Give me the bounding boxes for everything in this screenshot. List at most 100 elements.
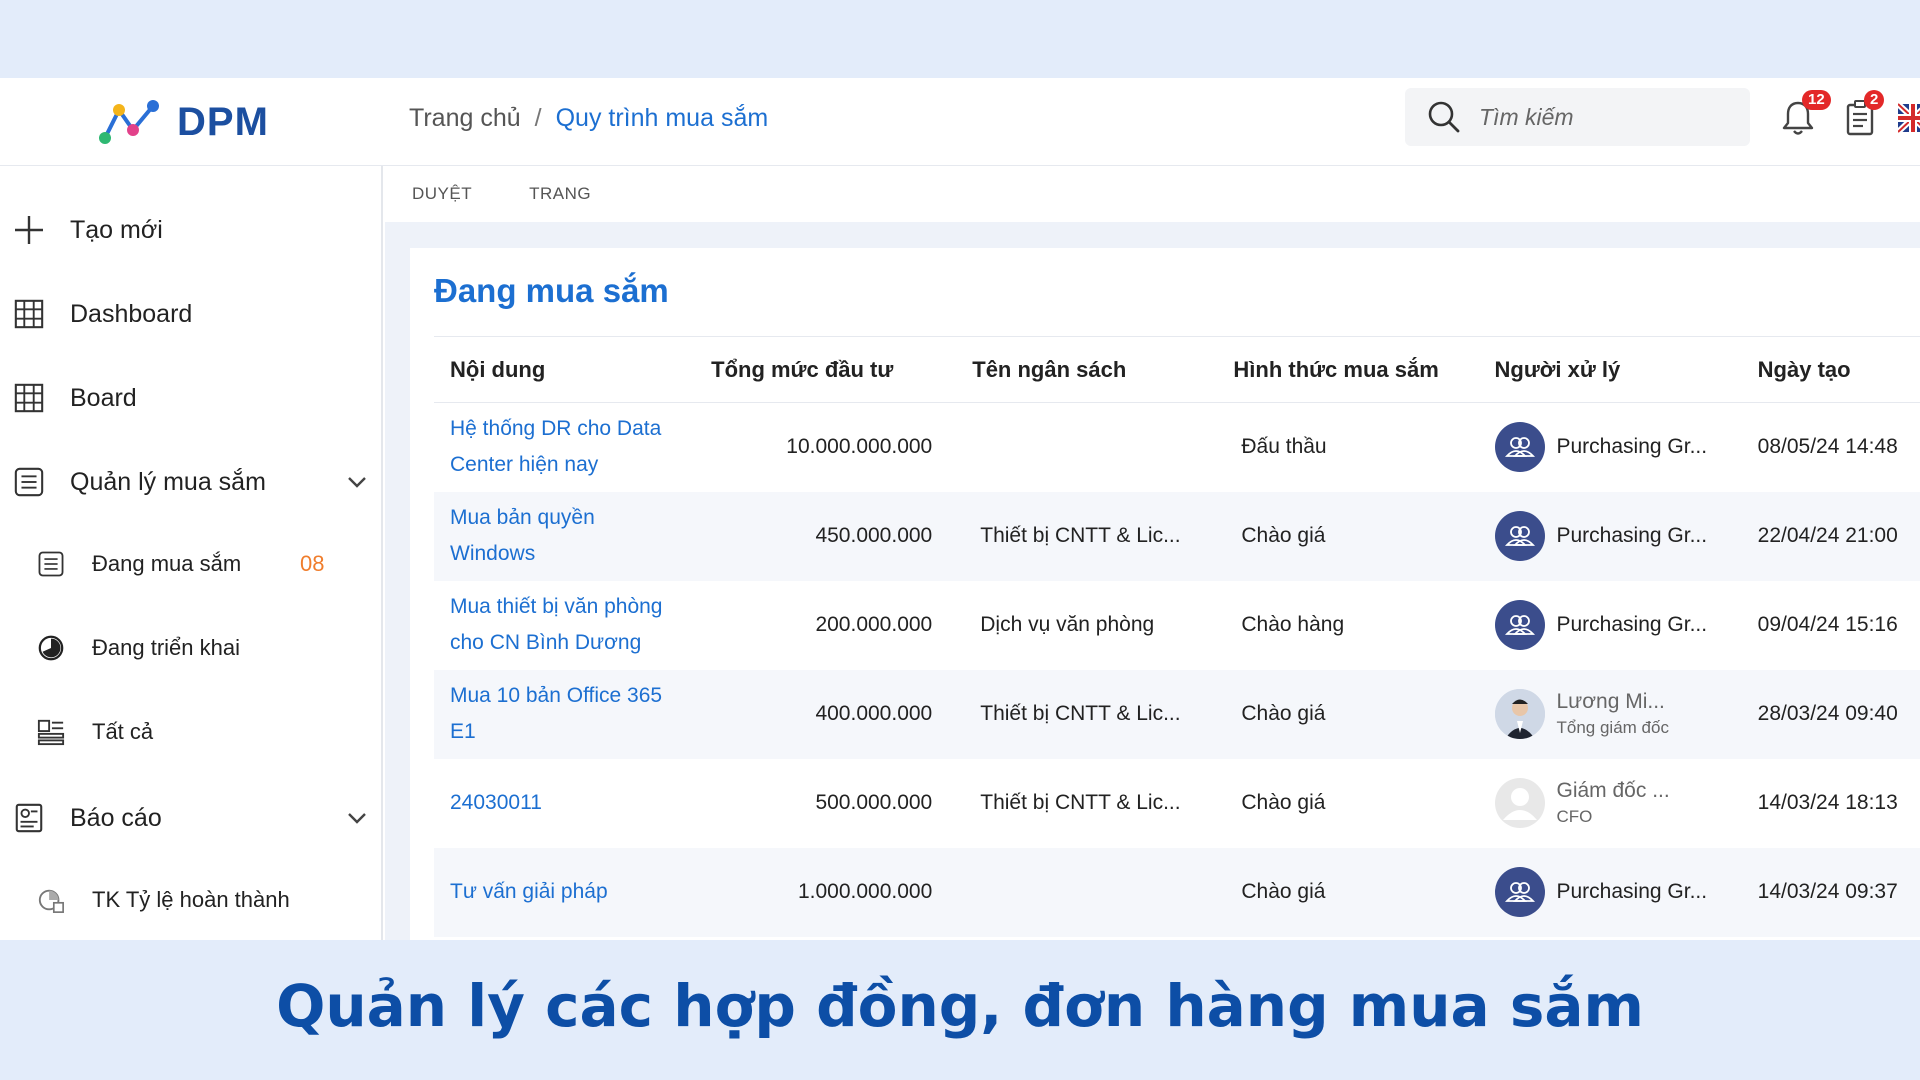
table-row[interactable]: Mua 10 bản Office 365 E1 400.000.000 Thiết…	[434, 669, 1920, 759]
caption-text: Quản lý các hợp đồng, đơn hàng mua sắm	[276, 972, 1644, 1040]
sidebar-item-label: Tạo mới	[70, 215, 163, 244]
row-method: Chào giá	[1241, 791, 1326, 814]
row-assignee: Lương Mi... Tổng giám đốc	[1478, 669, 1742, 759]
chart-icon	[36, 885, 66, 915]
logo-mark-icon	[99, 100, 159, 144]
assignee-role: Tổng giám đốc	[1556, 718, 1669, 737]
column-header[interactable]: Tổng mức đầu tư	[695, 336, 957, 403]
sidebar-item-label: Đang mua sắm	[92, 551, 242, 576]
table-row[interactable]: Mua thiết bị văn phòng cho CN Bình Dương…	[434, 581, 1920, 670]
avatar	[1494, 689, 1545, 739]
column-header[interactable]: Nội dung	[434, 336, 696, 403]
sidebar-item-deploying[interactable]: Đang triển khai	[0, 613, 383, 683]
sidebar: Tạo mới Dashboard Board Quản lý mua sắm	[0, 166, 383, 940]
row-content-link[interactable]: Mua 10 bản Office 365 E1	[434, 669, 696, 759]
row-content-link[interactable]: Hệ thống DR cho Data Center hiện nay	[434, 403, 695, 492]
sidebar-item-all[interactable]: Tất cả	[0, 697, 383, 767]
row-method: Chào hàng	[1241, 613, 1345, 636]
sidebar-item-dashboard[interactable]: Dashboard	[0, 279, 383, 349]
grid-icon	[12, 297, 46, 331]
row-created-date: 28/03/24 09:40	[1741, 669, 1920, 759]
assignee-name: Purchasing Gr...	[1556, 524, 1708, 547]
table-row[interactable]: Tư vấn giải pháp 1.000.000.000 Chào giá Pur…	[434, 847, 1920, 937]
group-avatar-icon	[1494, 511, 1545, 561]
list-icon	[12, 465, 46, 499]
sidebar-item-purchasing[interactable]: Đang mua sắm 08	[0, 529, 383, 599]
sidebar-item-reports[interactable]: Báo cáo	[0, 783, 383, 853]
row-budget: Thiết bị CNTT & Lic...	[956, 491, 1218, 581]
assignee-name: Lương Mi...	[1556, 690, 1665, 713]
group-avatar-icon	[1494, 422, 1545, 473]
row-amount: 450.000.000	[695, 491, 957, 581]
tasks-button[interactable]: 2	[1842, 90, 1885, 144]
sidebar-item-label: TK Tỷ lệ hoàn thành	[92, 887, 290, 912]
sidebar-item-create[interactable]: Tạo mới	[0, 195, 383, 265]
row-budget: Thiết bị CNTT & Lic...	[956, 669, 1218, 759]
sidebar-item-label: Báo cáo	[70, 803, 162, 832]
app-window: DPM Trang chủ / Quy trình mua sắm 12	[0, 78, 1920, 940]
sidebar-item-label: Đang triển khai	[92, 635, 240, 660]
row-assignee: Purchasing Gr...	[1479, 581, 1742, 670]
row-content-link[interactable]: Mua bản quyền Windows	[434, 491, 696, 581]
column-header[interactable]: Ngày tạo	[1741, 336, 1920, 403]
breadcrumb-separator: /	[534, 104, 542, 132]
default-avatar-icon	[1494, 778, 1545, 828]
procurement-table: Nội dung Tổng mức đầu tư Tên ngân sách H…	[434, 336, 1920, 937]
row-assignee: Purchasing Gr...	[1478, 847, 1742, 937]
row-content-link[interactable]: 24030011	[434, 759, 695, 848]
column-header[interactable]: Hình thức mua sắm	[1217, 336, 1479, 403]
logo-text: DPM	[177, 99, 269, 144]
logo[interactable]: DPM	[95, 92, 269, 152]
search-input[interactable]	[1479, 103, 1729, 131]
tasks-badge: 2	[1864, 90, 1885, 110]
group-avatar-icon	[1494, 867, 1545, 917]
sidebar-item-label: Board	[70, 383, 137, 412]
sidebar-item-label: Quản lý mua sắm	[70, 467, 266, 496]
assignee-name: Purchasing Gr...	[1556, 880, 1708, 903]
plus-icon	[12, 213, 46, 247]
page-title: Đang mua sắm	[434, 272, 669, 309]
column-header[interactable]: Tên ngân sách	[956, 336, 1218, 403]
uk-flag-icon[interactable]	[1898, 102, 1920, 136]
breadcrumb-current[interactable]: Quy trình mua sắm	[556, 104, 769, 133]
row-assignee: Purchasing Gr...	[1479, 403, 1742, 492]
row-method: Chào giá	[1217, 669, 1479, 759]
progress-icon	[36, 633, 66, 663]
breadcrumb: Trang chủ / Quy trình mua sắm	[409, 104, 768, 133]
tab-page[interactable]: TRANG	[529, 184, 591, 204]
chevron-down-icon[interactable]	[344, 469, 370, 495]
sidebar-item-label: Tất cả	[92, 719, 154, 744]
row-method: Chào giá	[1217, 847, 1479, 937]
table-row[interactable]: Hệ thống DR cho Data Center hiện nay 10.0…	[434, 403, 1920, 492]
row-method: Chào giá	[1217, 491, 1479, 581]
item-count-badge: 08	[300, 551, 325, 576]
row-budget: Dịch vụ văn phòng	[980, 613, 1155, 636]
assignee-name: Giám đốc ...	[1556, 779, 1670, 802]
table-row[interactable]: Mua bản quyền Windows 450.000.000 Thiết bị…	[434, 491, 1920, 581]
row-content-link[interactable]: Tư vấn giải pháp	[434, 847, 696, 937]
notifications-button[interactable]: 12	[1780, 90, 1831, 144]
search-box[interactable]	[1405, 88, 1750, 146]
report-icon	[12, 801, 46, 835]
row-content-link[interactable]: Mua thiết bị văn phòng cho CN Bình Dương	[434, 581, 695, 670]
breadcrumb-home[interactable]: Trang chủ	[409, 104, 521, 133]
notifications-badge: 12	[1802, 90, 1831, 110]
row-created-date: 22/04/24 21:00	[1741, 491, 1920, 581]
row-amount: 400.000.000	[695, 669, 957, 759]
table-row[interactable]: 24030011 500.000.000 Thiết bị CNTT & Lic..…	[434, 759, 1920, 848]
row-assignee: Purchasing Gr...	[1478, 491, 1742, 581]
row-budget	[956, 847, 1218, 937]
row-created-date: 08/05/24 14:48	[1757, 435, 1898, 459]
search-icon[interactable]	[1427, 100, 1461, 134]
sidebar-item-procurement[interactable]: Quản lý mua sắm	[0, 447, 383, 517]
row-amount: 1.000.000.000	[695, 847, 957, 937]
sidebar-item-board[interactable]: Board	[0, 363, 383, 433]
column-header[interactable]: Người xử lý	[1478, 336, 1742, 403]
row-budget: Thiết bị CNTT & Lic...	[980, 791, 1181, 814]
sidebar-item-completion-rate[interactable]: TK Tỷ lệ hoàn thành	[0, 865, 383, 935]
chevron-down-icon[interactable]	[344, 805, 370, 831]
row-budget	[956, 403, 1217, 492]
row-amount: 200.000.000	[815, 613, 933, 636]
row-assignee: Giám đốc ... CFO	[1479, 759, 1742, 848]
tab-approve[interactable]: DUYỆT	[412, 184, 472, 204]
